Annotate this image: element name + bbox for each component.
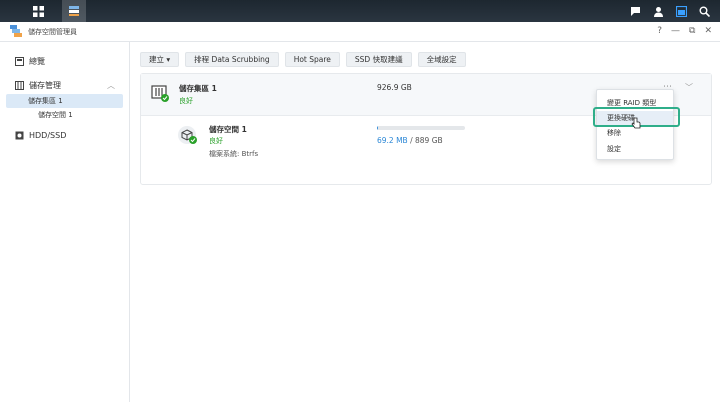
sidebar-item-volume[interactable]: 儲存空間 1 xyxy=(0,108,129,122)
ssd-cache-button[interactable]: SSD 快取建議 xyxy=(345,52,412,67)
sidebar-item-label: 儲存管理 xyxy=(29,80,61,90)
app-logo-icon xyxy=(10,24,22,39)
taskbar xyxy=(0,0,720,22)
sidebar-item-label: HDD/SSD xyxy=(29,130,67,140)
chevron-up-icon[interactable]: ︿ xyxy=(107,80,115,91)
volume-usage-text: 69.2 MB / 889 GB xyxy=(377,136,443,145)
help-button[interactable]: ? xyxy=(657,26,662,36)
sidebar-item-hdd[interactable]: HDD/SSD xyxy=(0,126,129,144)
hot-spare-button[interactable]: Hot Spare xyxy=(284,52,340,67)
restore-button[interactable]: ⧉ xyxy=(689,26,695,36)
sidebar-item-storage[interactable]: 儲存管理 ︿ xyxy=(0,76,129,94)
sidebar-item-pool[interactable]: 儲存集區 1 xyxy=(6,94,123,108)
volume-used: 69.2 MB xyxy=(377,136,408,145)
user-icon[interactable] xyxy=(648,0,668,22)
sidebar: 總覽 儲存管理 ︿ 儲存集區 1 儲存空間 1 HDD/SSD xyxy=(0,42,130,402)
chat-icon[interactable] xyxy=(625,0,645,22)
volume-usage-bar xyxy=(377,126,465,130)
storage-pool-name: 儲存集區 1 xyxy=(179,84,217,93)
volume-name: 儲存空間 1 xyxy=(209,125,247,134)
global-settings-button[interactable]: 全域設定 xyxy=(417,52,466,67)
overview-icon xyxy=(14,56,24,66)
close-button[interactable]: ✕ xyxy=(704,26,712,36)
app-title: 儲存空間管理員 xyxy=(28,27,77,36)
grid-icon[interactable] xyxy=(26,0,50,22)
hand-cursor-icon xyxy=(631,117,641,129)
create-button[interactable]: 建立 ▾ xyxy=(140,52,180,67)
titlebar: 儲存空間管理員 ? — ⧉ ✕ xyxy=(0,22,720,42)
chevron-down-icon[interactable]: ﹀ xyxy=(685,82,693,93)
widget-icon[interactable] xyxy=(671,0,691,22)
storage-manager-icon[interactable] xyxy=(62,0,86,22)
volume-icon xyxy=(177,126,199,146)
search-icon[interactable] xyxy=(694,0,714,22)
volume-total: / 889 GB xyxy=(407,136,443,145)
hdd-icon xyxy=(14,130,24,140)
storage-manager-window: 儲存空間管理員 ? — ⧉ ✕ 總覽 儲存管理 ︿ 儲存集區 1 儲存空間 1 xyxy=(0,22,720,402)
sidebar-item-overview[interactable]: 總覽 xyxy=(0,52,129,70)
menu-item-settings[interactable]: 設定 xyxy=(597,142,673,156)
storage-pool-status: 良好 xyxy=(179,97,193,105)
data-scrubbing-button[interactable]: 排程 Data Scrubbing xyxy=(185,52,279,67)
toolbar: 建立 ▾ 排程 Data Scrubbing Hot Spare SSD 快取建… xyxy=(140,52,466,67)
volume-filesystem: 檔案系統: Btrfs xyxy=(209,150,259,158)
storage-pool-size: 926.9 GB xyxy=(377,83,412,92)
minimize-button[interactable]: — xyxy=(671,26,680,36)
storage-pool-icon xyxy=(151,84,169,102)
storage-icon xyxy=(14,80,24,90)
sidebar-item-label: 總覽 xyxy=(29,56,45,66)
volume-status: 良好 xyxy=(209,137,223,145)
